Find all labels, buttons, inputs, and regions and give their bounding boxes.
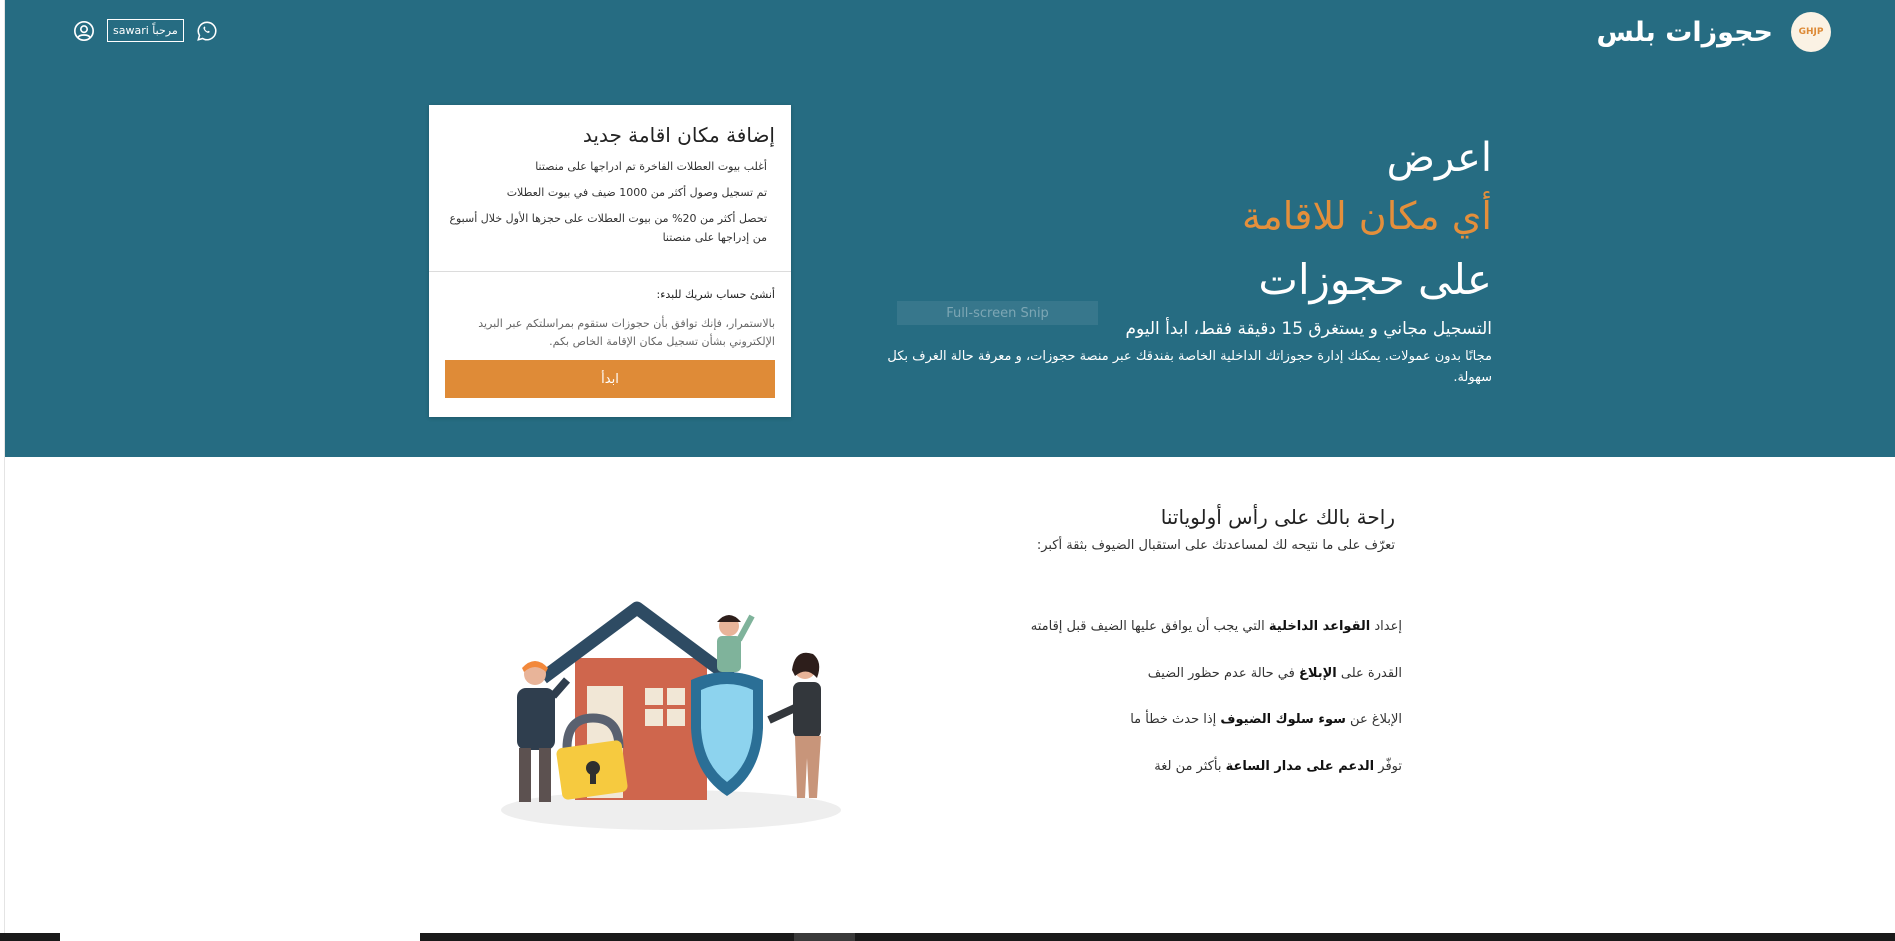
card-bullet: تم تسجيل وصول أكثر من 1000 ضيف في بيوت ا… (506, 186, 767, 199)
feature-text: بأكثر من لغة (1154, 758, 1226, 774)
feature-text: التي يجب أن يوافق عليها الضيف قبل إقامته (1030, 619, 1269, 634)
feature-bold: القواعد الداخلية (1268, 619, 1371, 634)
feature-item: توفّر الدعم على مدار الساعة بأكثر من لغة (942, 756, 1402, 803)
card-bullet: أغلب بيوت العطلات الفاخرة تم ادراجها على… (535, 160, 767, 173)
hero-text: اعرض أي مكان للاقامة على حجوزات التسجيل … (882, 128, 1492, 388)
feature-bold: سوء سلوك الضيوف (1220, 712, 1346, 727)
card-bullet: تحصل أكثر من 20% من بيوت العطلات على حجز… (449, 212, 767, 244)
feature-item: القدرة على الإبلاغ في حالة عدم حظور الضي… (942, 663, 1402, 710)
feature-text: توفّر (1374, 758, 1402, 774)
security-illustration (501, 601, 841, 830)
brand-name: حجوزات بلس (1596, 16, 1773, 48)
feature-bold: الإبلاغ (1298, 665, 1337, 681)
hero-line-2: أي مكان للاقامة (1241, 194, 1492, 238)
user-area: مرحباً sawari (73, 19, 218, 42)
welcome-label[interactable]: مرحباً sawari (107, 19, 184, 42)
whatsapp-icon[interactable] (196, 20, 218, 42)
card-top: إضافة مكان اقامة جديد أغلب بيوت العطلات … (429, 105, 791, 272)
feature-bold: الدعم على مدار الساعة (1225, 758, 1375, 774)
feature-item: الإبلاغ عن سوء سلوك الضيوف إذا حدث خطأ م… (942, 709, 1402, 756)
hero-description: مجانًا بدون عمولات. يمكنك إدارة حجوزاتك … (887, 349, 1492, 385)
brand-logo: GHJP (1791, 12, 1831, 52)
feature-text: في حالة عدم حظور الضيف (1147, 665, 1299, 681)
card-title: إضافة مكان اقامة جديد (582, 123, 775, 147)
snip-overlay: Full-screen Snip (897, 301, 1098, 325)
features-list: إعداد القواعد الداخلية التي يجب أن يوافق… (942, 616, 1402, 802)
feature-text: إعداد (1370, 619, 1402, 634)
terms-text: بالاستمرار، فإنك توافق بأن حجوزات ستقوم … (478, 317, 775, 348)
feature-text: الإبلاغ عن (1345, 712, 1402, 727)
hero-line-1: اعرض (1386, 135, 1492, 181)
card-bottom: أنشئ حساب شريك للبدء: بالاستمرار، فإنك ت… (429, 272, 791, 398)
section-subtitle: تعرّف على ما نتيحه لك لمساعدتك على استقب… (1036, 538, 1395, 553)
feature-text: القدرة على (1336, 665, 1402, 681)
add-property-card: إضافة مكان اقامة جديد أغلب بيوت العطلات … (429, 105, 791, 417)
card-bullets: أغلب بيوت العطلات الفاخرة تم ادراجها على… (445, 157, 775, 247)
taskbar-item[interactable] (794, 933, 855, 941)
feature-item: إعداد القواعد الداخلية التي يجب أن يوافق… (942, 616, 1402, 663)
user-circle-icon[interactable] (73, 20, 95, 42)
start-button[interactable]: ابدأ (445, 360, 775, 398)
taskbar (0, 933, 1895, 941)
section-title: راحة بالك على رأس أولوياتنا (1160, 505, 1395, 529)
lower-section-header: راحة بالك على رأس أولوياتنا تعرّف على ما… (975, 500, 1395, 553)
feature-text: إذا حدث خطأ ما (1130, 712, 1221, 727)
taskbar-item[interactable] (60, 933, 420, 941)
brand[interactable]: GHJP حجوزات بلس (1596, 12, 1831, 52)
create-account-text: أنشئ حساب شريك للبدء: (656, 288, 776, 301)
